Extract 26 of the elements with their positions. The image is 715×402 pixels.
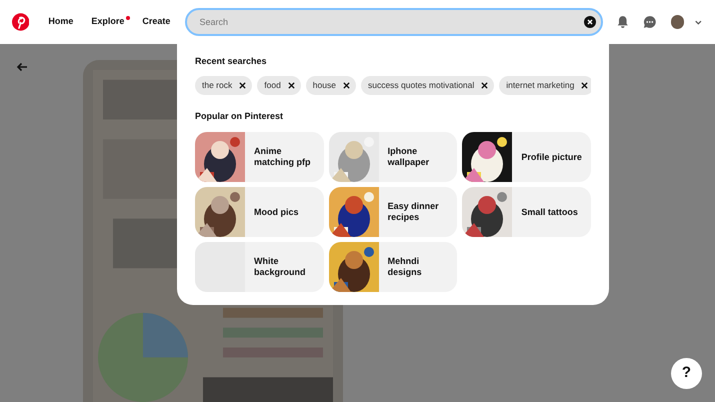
remove-icon[interactable] xyxy=(581,82,588,88)
popular-search-card[interactable]: Mehndi designs xyxy=(328,242,458,292)
recent-search-chip[interactable]: internet marketing xyxy=(499,76,591,94)
card-label: Profile picture xyxy=(520,152,583,162)
pinterest-logo[interactable] xyxy=(12,13,30,31)
remove-icon[interactable] xyxy=(342,82,350,88)
nav-link[interactable]: Home xyxy=(41,15,80,29)
recent-search-chip[interactable]: success quotes motivational xyxy=(360,76,494,94)
bell-icon[interactable] xyxy=(616,15,630,29)
card-label: Easy dinner recipes xyxy=(386,201,440,223)
popular-search-card[interactable]: Easy dinner recipes xyxy=(328,187,458,237)
avatar[interactable] xyxy=(670,15,684,29)
help-button[interactable]: ? xyxy=(671,358,702,389)
popular-search-card[interactable]: Small tattoos xyxy=(462,187,591,237)
back-arrow-icon[interactable] xyxy=(16,61,28,73)
card-label: Iphone wallpaper xyxy=(386,146,430,168)
popular-search-card[interactable]: Profile picture xyxy=(462,132,591,182)
clear-icon[interactable] xyxy=(584,16,596,28)
nav-link[interactable]: Create xyxy=(135,15,178,29)
popular-search-card[interactable]: Iphone wallpaper xyxy=(328,132,458,182)
remove-icon[interactable] xyxy=(481,82,488,88)
search-field[interactable]: Search xyxy=(185,8,603,36)
card-label: Small tattoos xyxy=(520,206,579,218)
nav-link[interactable]: Explore xyxy=(84,15,132,29)
chat-icon[interactable] xyxy=(643,15,657,29)
card-label: Mehndi designs xyxy=(386,256,423,278)
